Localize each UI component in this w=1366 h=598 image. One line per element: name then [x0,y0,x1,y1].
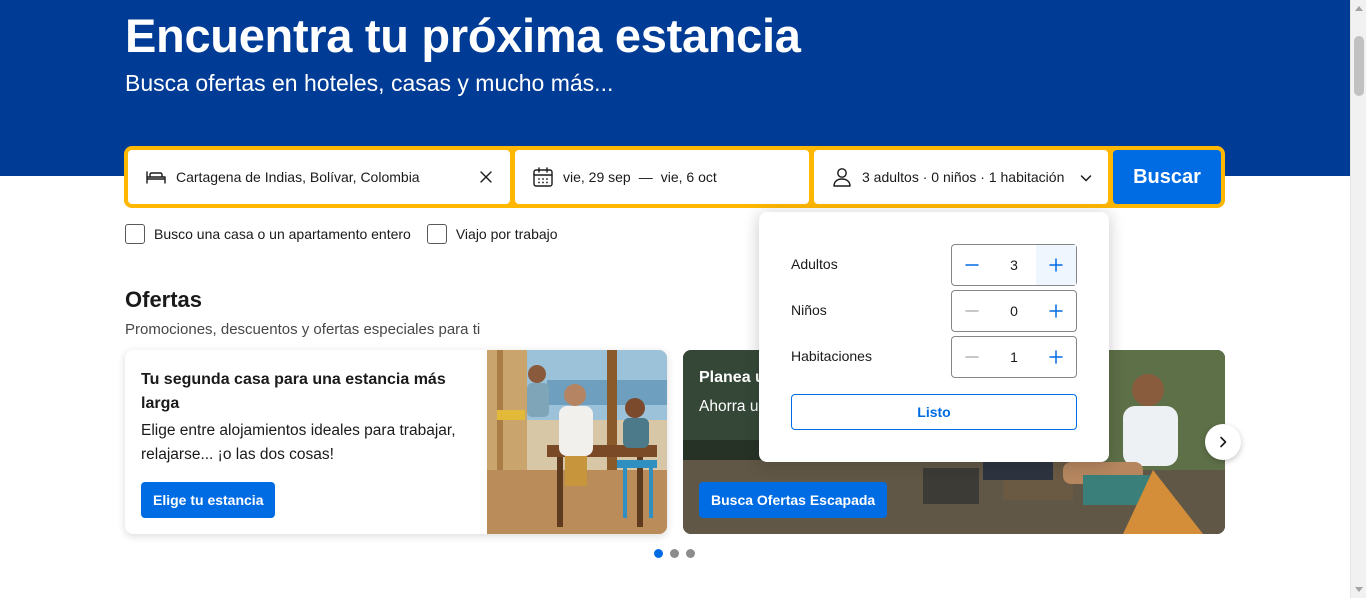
rooms-increase-button[interactable] [1036,337,1076,377]
children-decrease-button[interactable] [952,291,992,331]
offer-card-title: Tu segunda casa para una estancia más la… [141,371,446,412]
done-button[interactable]: Listo [791,394,1077,430]
destination-value: Cartagena de Indias, Bolívar, Colombia [176,169,420,185]
minus-icon [965,310,979,312]
offer-card-long-stay: Tu segunda casa para una estancia más la… [125,350,667,534]
adults-value: 3 [1010,257,1018,273]
search-filters: Busco una casa o un apartamento entero V… [125,224,574,244]
guests-field[interactable]: 3 adultos · 0 niños · 1 habitación [814,150,1108,204]
clear-icon[interactable] [478,169,494,185]
date-separator: — [638,169,653,185]
scroll-up-icon[interactable] [1355,6,1363,11]
whole-home-checkbox[interactable] [125,224,145,244]
plus-icon [1049,304,1063,318]
children-increase-button[interactable] [1036,291,1076,331]
page-scrollbar[interactable] [1350,0,1366,598]
hero-title: Encuentra tu próxima estancia [125,9,801,62]
adults-decrease-button[interactable] [952,245,992,285]
choose-stay-button[interactable]: Elige tu estancia [141,482,276,518]
search-button[interactable]: Buscar [1113,150,1221,204]
work-trip-checkbox[interactable] [426,224,447,244]
offers-title: Ofertas [125,287,203,312]
calendar-icon [533,167,553,187]
work-trip-label: Viajo por trabajo [455,226,558,242]
getaway-deals-button[interactable]: Busca Ofertas Escapada [699,482,888,518]
check-in-date: vie, 29 sep [563,169,631,185]
guests-summary: 3 adultos · 0 niños · 1 habitación [862,169,1065,185]
carousel-pagination [654,549,702,558]
children-stepper: 0 [951,290,1077,332]
whole-home-label: Busco una casa o un apartamento entero [154,226,411,242]
destination-field[interactable]: Cartagena de Indias, Bolívar, Colombia [128,150,510,204]
adults-increase-button[interactable] [1036,245,1076,285]
offer-photo-dining [487,350,667,534]
plus-icon [1049,350,1063,364]
work-trip-option[interactable]: Viajo por trabajo [426,224,558,244]
offers-subtitle: Promociones, descuentos y ofertas especi… [125,321,481,338]
children-row: Niños 0 [791,290,1077,332]
scrollbar-thumb[interactable] [1354,36,1364,96]
children-label: Niños [791,302,827,318]
adults-row: Adultos 3 [791,244,1077,286]
carousel-next-button[interactable] [1205,424,1241,460]
rooms-row: Habitaciones 1 [791,336,1077,378]
carousel-dot-1[interactable] [654,549,663,558]
person-icon [833,168,851,187]
plus-icon [1049,258,1063,272]
rooms-decrease-button[interactable] [952,337,992,377]
offer-card-title: Planea u [699,369,765,386]
search-bar: Cartagena de Indias, Bolívar, Colombia v… [124,146,1225,208]
carousel-dot-2[interactable] [670,549,679,558]
date-field[interactable]: vie, 29 sep — vie, 6 oct [515,150,809,204]
whole-home-option[interactable]: Busco una casa o un apartamento entero [125,224,411,244]
chevron-right-icon [1220,436,1227,448]
adults-stepper: 3 [951,244,1077,286]
chevron-down-icon [1080,175,1092,182]
rooms-value: 1 [1010,349,1018,365]
minus-icon [965,264,979,266]
bed-icon [146,171,166,184]
check-out-date: vie, 6 oct [660,169,717,185]
rooms-label: Habitaciones [791,348,872,364]
adults-label: Adultos [791,256,838,272]
carousel-dot-3[interactable] [686,549,695,558]
guests-popup: Adultos 3 Niños 0 Habitaciones 1 Listo [759,212,1109,462]
children-value: 0 [1010,303,1018,319]
minus-icon [965,356,979,358]
hero-subtitle: Busca ofertas en hoteles, casas y mucho … [125,70,614,96]
scroll-down-icon[interactable] [1355,587,1363,592]
offer-card-body: Elige entre alojamientos ideales para tr… [141,422,456,463]
rooms-stepper: 1 [951,336,1077,378]
